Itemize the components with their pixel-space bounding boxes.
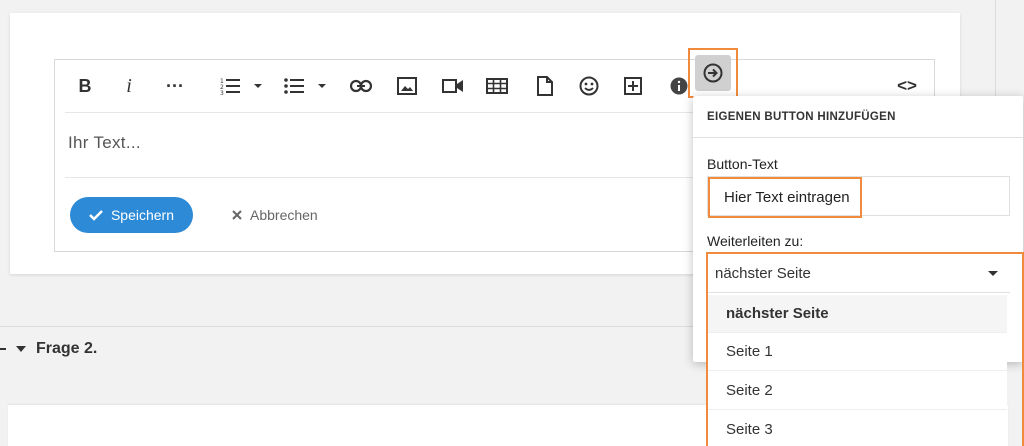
editor-text-area[interactable]: Ihr Text...: [65, 112, 715, 178]
editor-placeholder: Ihr Text...: [68, 133, 141, 152]
dropdown-option[interactable]: Seite 2: [708, 372, 1007, 410]
close-icon: [232, 210, 242, 220]
dropdown-option[interactable]: nächster Seite: [708, 295, 1007, 333]
link-icon: [350, 79, 372, 93]
caret-down-icon[interactable]: [16, 346, 26, 352]
bullet-list-button[interactable]: [281, 72, 333, 100]
file-button[interactable]: [533, 72, 557, 100]
italic-button[interactable]: i: [117, 72, 141, 100]
file-icon: [537, 76, 553, 96]
ordered-list-icon: 1 2 3: [220, 78, 262, 96]
save-label: Speichern: [110, 207, 175, 223]
bullet-list-icon: [284, 78, 326, 94]
save-button[interactable]: Speichern: [70, 197, 193, 233]
image-icon: [397, 77, 417, 95]
table-button[interactable]: [485, 72, 509, 100]
button-text-label: Button-Text: [707, 156, 778, 172]
check-icon: [89, 210, 103, 221]
cancel-button[interactable]: Abbrechen: [232, 207, 318, 223]
ordered-list-button[interactable]: 1 2 3: [217, 72, 269, 100]
video-button[interactable]: [441, 72, 465, 100]
redirect-selected-value: nächster Seite: [715, 265, 811, 282]
custom-button-highlight: [688, 48, 738, 98]
info-icon: [670, 77, 688, 95]
button-text-value-highlight[interactable]: Hier Text eintragen: [708, 177, 862, 218]
svg-text:3: 3: [220, 90, 224, 96]
section-title: Frage 2.: [36, 340, 98, 357]
dropdown-option[interactable]: Seite 3: [708, 411, 1007, 446]
dropdown-option[interactable]: Seite 1: [708, 333, 1007, 371]
drag-arrows-icon[interactable]: [0, 344, 6, 354]
cancel-label: Abbrechen: [250, 207, 318, 223]
chevron-down-icon: [988, 271, 998, 276]
more-options-button[interactable]: ···: [161, 72, 189, 100]
link-button[interactable]: [349, 72, 373, 100]
image-button[interactable]: [395, 72, 419, 100]
redirect-select[interactable]: nächster Seite: [707, 255, 1010, 293]
emoji-button[interactable]: [577, 72, 601, 100]
emoji-icon: [579, 76, 599, 96]
custom-button-button[interactable]: [695, 55, 731, 91]
section-header[interactable]: Frage 2.: [0, 340, 97, 358]
redirect-options-list: nächster Seite Seite 1 Seite 2 Seite 3: [708, 295, 1007, 446]
table-icon: [486, 78, 508, 94]
popover-header: EIGENEN BUTTON HINZUFÜGEN: [693, 96, 1023, 138]
redirect-label: Weiterleiten zu:: [707, 233, 804, 249]
video-icon: [442, 79, 463, 93]
insert-block-button[interactable]: [621, 72, 645, 100]
arrow-circle-right-icon: [703, 63, 723, 83]
plus-box-icon: [624, 77, 642, 95]
bold-button[interactable]: B: [73, 72, 97, 100]
